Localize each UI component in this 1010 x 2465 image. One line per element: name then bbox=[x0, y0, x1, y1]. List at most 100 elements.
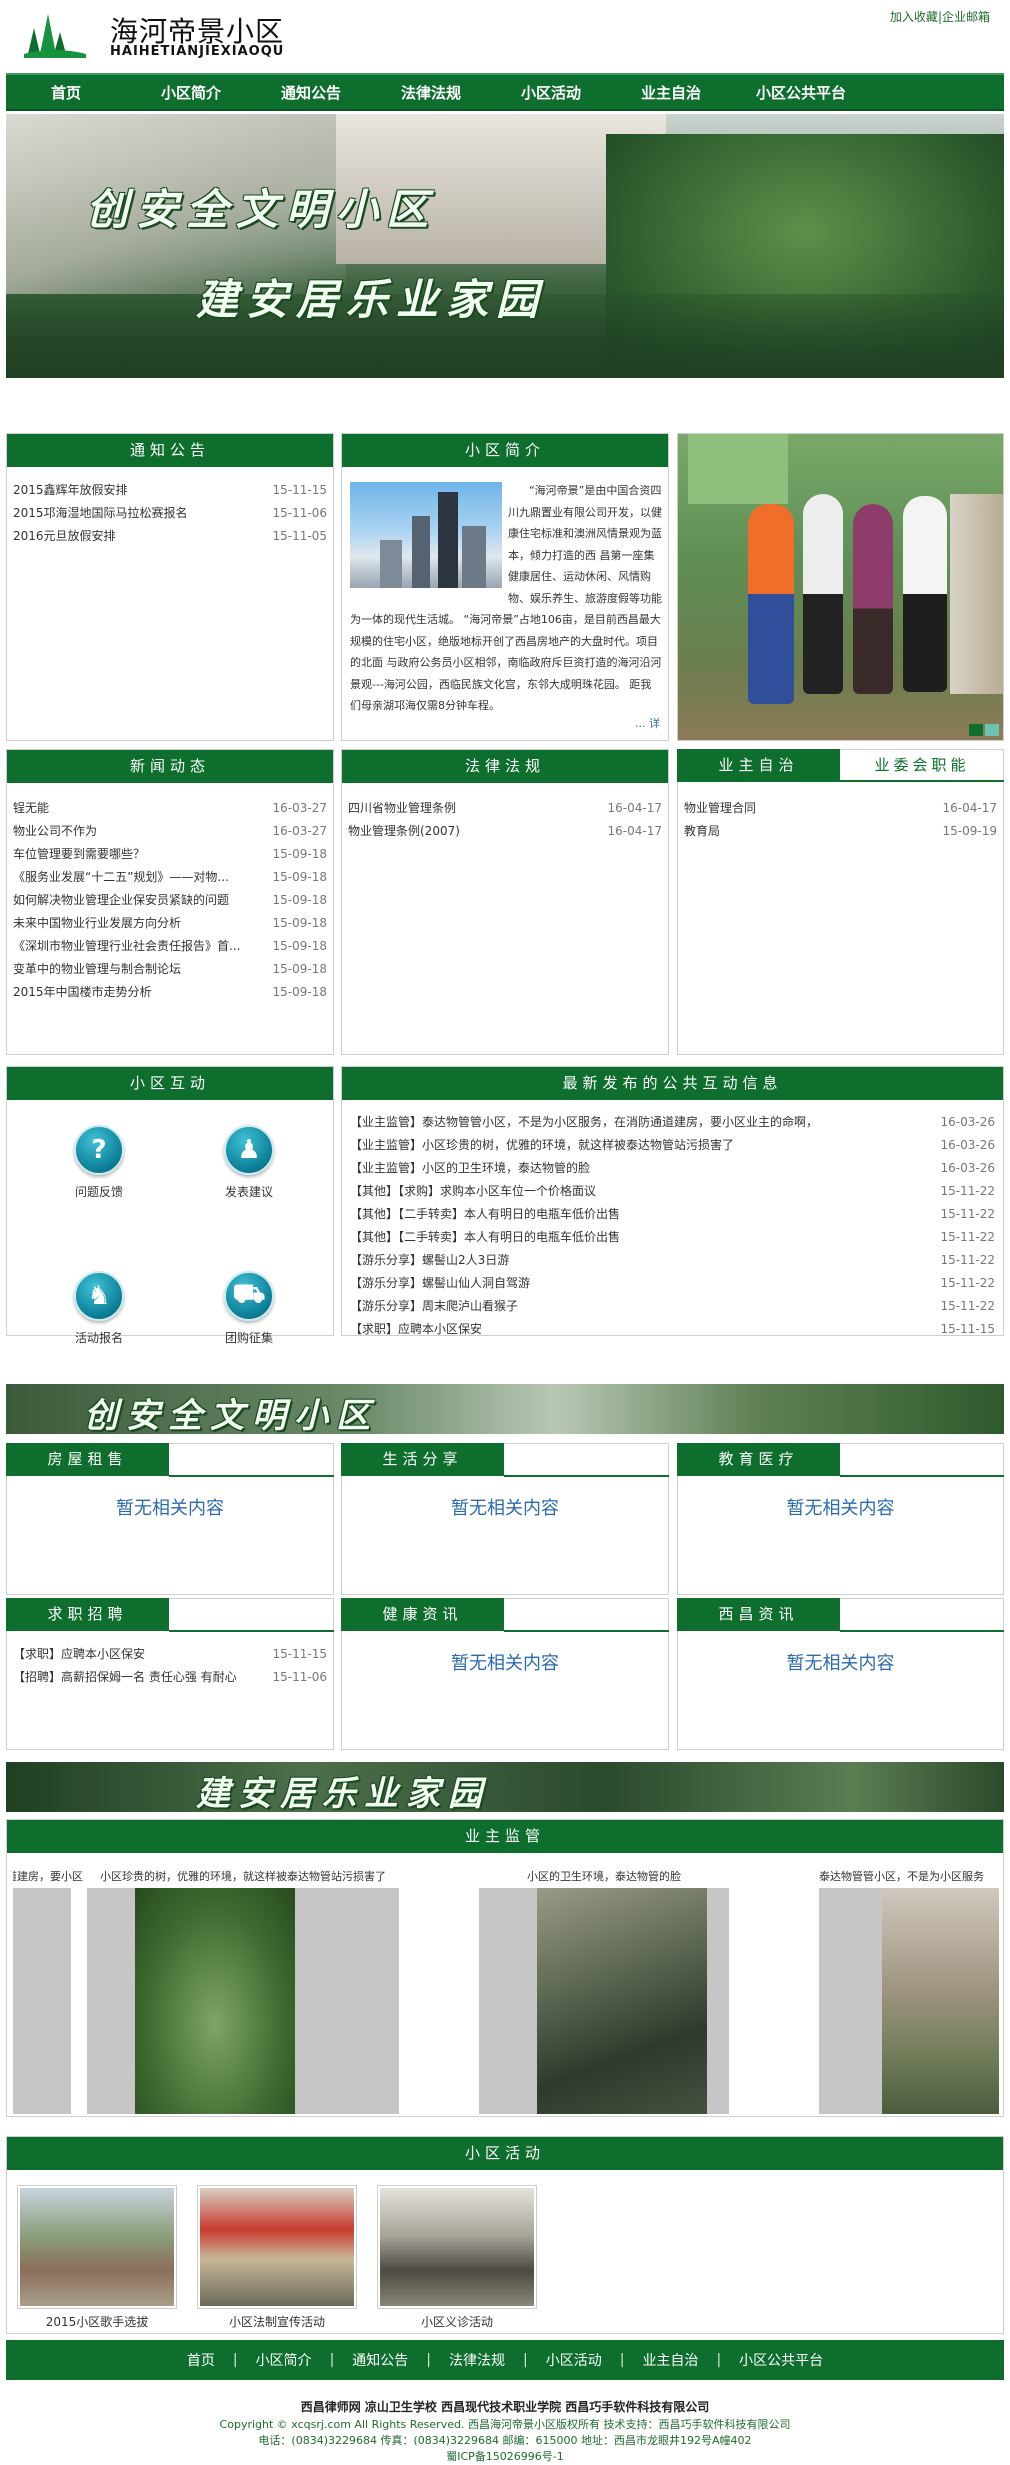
empty-message: 暂无相关内容 bbox=[786, 1653, 895, 1674]
supervise-caption[interactable]: 小区珍贵的树，优雅的环境，就这样被泰达物管站污损害了 bbox=[87, 1868, 399, 1884]
supervise-panel: 业主监管 消防通道建房，要小区 小区珍贵的树，优雅的环境，就这样被泰达物管站污损… bbox=[6, 1819, 1004, 2117]
list-item[interactable]: 【游乐分享】螺髻山2人3日游 15-11-22 bbox=[350, 1249, 995, 1272]
activity-caption[interactable]: 小区义诊活动 bbox=[377, 2313, 537, 2330]
footer-friend-links[interactable]: 西昌律师网 凉山卫生学校 西昌现代技术职业学院 西昌巧手软件科技有限公司 bbox=[0, 2398, 1010, 2415]
intro-panel: 小区简介 “海河帝景”是由中国合资四川九鼎置业有限公司开发，以健康住宅标准和澳洲… bbox=[341, 433, 669, 741]
empty-message: 暂无相关内容 bbox=[116, 1498, 224, 1519]
intro-text-block: “海河帝景”是由中国合资四川九鼎置业有限公司开发，以健康住宅标准和澳洲风情景观为… bbox=[350, 480, 662, 736]
list-item[interactable]: 未来中国物业行业发展方向分析 15-09-18 bbox=[13, 912, 327, 935]
activity-caption[interactable]: 小区法制宣传活动 bbox=[197, 2313, 357, 2330]
supervise-title: 业主监管 bbox=[7, 1820, 1003, 1853]
activity-card[interactable] bbox=[197, 2185, 357, 2309]
group-icon: ♞ bbox=[74, 1271, 124, 1321]
list-item[interactable]: 锃无能 16-03-27 bbox=[13, 797, 327, 820]
list-item[interactable]: 四川省物业管理条例 16-04-17 bbox=[348, 797, 662, 820]
nav-owner[interactable]: 业主自治 bbox=[606, 82, 736, 103]
nav-intro[interactable]: 小区简介 bbox=[126, 82, 256, 103]
group-buy-button[interactable]: ⛟ 团购征集 bbox=[199, 1271, 299, 1346]
list-item[interactable]: 【求职】应聘本小区保安 15-11-15 bbox=[13, 1643, 327, 1666]
nav-law[interactable]: 法律法规 bbox=[366, 82, 496, 103]
footer-nav-intro[interactable]: 小区简介 bbox=[256, 2350, 312, 2370]
event-signup-button[interactable]: ♞ 活动报名 bbox=[49, 1271, 149, 1346]
category-title: 健康资讯 bbox=[341, 1598, 504, 1631]
activity-photo bbox=[200, 2188, 354, 2306]
footer-nav-public-platform[interactable]: 小区公共平台 bbox=[739, 2350, 823, 2370]
list-item[interactable]: 【其他】【二手转卖】本人有明日的电瓶车低价出售 15-11-22 bbox=[350, 1226, 995, 1249]
list-item[interactable]: 物业管理条例(2007) 16-04-17 bbox=[348, 820, 662, 843]
person-figure bbox=[748, 504, 794, 704]
footer-nav-separator: | bbox=[619, 2352, 625, 2368]
intro-title: 小区简介 bbox=[342, 434, 668, 467]
drain-photo[interactable] bbox=[537, 1888, 707, 2114]
empty-message: 暂无相关内容 bbox=[786, 1498, 895, 1519]
list-item[interactable]: 如何解决物业管理企业保安员紧缺的问题 15-09-18 bbox=[13, 889, 327, 912]
building-logo-icon[interactable] bbox=[20, 8, 90, 60]
suggestion-button[interactable]: ♟ 发表建议 bbox=[199, 1125, 299, 1200]
list-item[interactable]: 《深圳市物业管理行业社会责任报告》首... 15-09-18 bbox=[13, 935, 327, 958]
activity-caption[interactable]: 2015小区歌手选拔 bbox=[17, 2313, 177, 2330]
list-item[interactable]: 【其他】【求购】求购本小区车位一个价格面议 15-11-22 bbox=[350, 1180, 995, 1203]
footer-icp[interactable]: 蜀ICP备15026996号-1 bbox=[0, 2448, 1010, 2464]
law-list: 四川省物业管理条例 16-04-17 物业管理条例(2007) 16-04-17 bbox=[348, 797, 662, 843]
list-item[interactable]: 2015邛海湿地国际马拉松赛报名 15-11-06 bbox=[13, 502, 327, 525]
footer-nav-separator: | bbox=[426, 2352, 431, 2368]
company-mail-link[interactable]: 企业邮箱 bbox=[942, 10, 990, 24]
category-title: 教育医疗 bbox=[677, 1443, 840, 1476]
list-item[interactable]: 教育局 15-09-19 bbox=[684, 820, 997, 843]
interact-panel: 小区互动 ? 问题反馈 ♟ 发表建议 ♞ 活动报名 ⛟ 团购征集 bbox=[6, 1066, 334, 1345]
list-item[interactable]: 物业公司不作为 16-03-27 bbox=[13, 820, 327, 843]
main-nav: 首页 小区简介 通知公告 法律法规 小区活动 业主自治 小区公共平台 bbox=[6, 73, 1004, 111]
supervise-photo[interactable] bbox=[13, 1888, 71, 2114]
list-item[interactable]: 物业管理合同 16-04-17 bbox=[684, 797, 997, 820]
owner-panel: 业主自治 业委会职能 物业管理合同 16-04-17 教育局 15-09-19 bbox=[677, 749, 1004, 1055]
nav-public-platform[interactable]: 小区公共平台 bbox=[736, 82, 866, 103]
list-item[interactable]: 【求职】应聘本小区保安 15-11-15 bbox=[350, 1318, 995, 1341]
footer-nav-law[interactable]: 法律法规 bbox=[449, 2350, 505, 2370]
person-figure bbox=[803, 494, 843, 694]
list-item[interactable]: 2016元旦放假安排 15-11-05 bbox=[13, 525, 327, 548]
interact-title: 小区互动 bbox=[7, 1067, 333, 1100]
supervise-caption[interactable]: 小区的卫生环境，泰达物管的脸 bbox=[479, 1868, 729, 1884]
category-title: 西昌资讯 bbox=[677, 1598, 840, 1631]
slider-dot[interactable] bbox=[969, 724, 983, 736]
category-title: 求职招聘 bbox=[6, 1598, 169, 1631]
list-item[interactable]: 2015鑫辉年放假安排 15-11-15 bbox=[13, 479, 327, 502]
list-item[interactable]: 2015年中国楼市走势分析 15-09-18 bbox=[13, 981, 327, 1004]
poster-board bbox=[950, 494, 1003, 694]
supervise-caption[interactable]: 消防通道建房，要小区 bbox=[13, 1868, 83, 1884]
tree-photo[interactable] bbox=[135, 1888, 295, 2114]
list-item[interactable]: 《服务业发展“十二五”规划》——对物... 15-09-18 bbox=[13, 866, 327, 889]
nav-activity[interactable]: 小区活动 bbox=[496, 82, 606, 103]
tab-committee-duty[interactable]: 业委会职能 bbox=[840, 749, 1004, 782]
nav-home[interactable]: 首页 bbox=[6, 82, 126, 103]
add-favorite-link[interactable]: 加入收藏 bbox=[890, 10, 938, 24]
supervise-caption[interactable]: 泰达物管管小区，不是为小区服务 bbox=[819, 1868, 1005, 1884]
list-item[interactable]: 变革中的物业管理与制合制论坛 15-09-18 bbox=[13, 958, 327, 981]
footer-nav-activity[interactable]: 小区活动 bbox=[546, 2350, 602, 2370]
list-item[interactable]: 【游乐分享】周末爬泸山看猴子 15-11-22 bbox=[350, 1295, 995, 1318]
photo-background bbox=[688, 434, 788, 504]
list-item[interactable]: 【招聘】高薪招保姆一名 责任心强 有耐心 15-11-06 bbox=[13, 1666, 327, 1689]
notice-panel: 通知公告 2015鑫辉年放假安排 15-11-15 2015邛海湿地国际马拉松赛报… bbox=[6, 433, 334, 741]
list-item[interactable]: 【业主监管】泰达物管管小区，不是为小区服务，在消防通道建房，要小区业主的命啊， 1… bbox=[350, 1111, 995, 1134]
list-item[interactable]: 【其他】【二手转卖】本人有明日的电瓶车低价出售 15-11-22 bbox=[350, 1203, 995, 1226]
list-item[interactable]: 【业主监管】小区的卫生环境，泰达物管的脸 16-03-26 bbox=[350, 1157, 995, 1180]
slider-dot[interactable] bbox=[985, 724, 999, 736]
building-photo[interactable] bbox=[882, 1888, 999, 2114]
intro-more-link[interactable]: ... 详 bbox=[631, 715, 660, 731]
activity-photo-slider[interactable] bbox=[677, 433, 1004, 741]
activity-card[interactable] bbox=[17, 2185, 177, 2309]
footer-nav-notice[interactable]: 通知公告 bbox=[352, 2350, 408, 2370]
footer-nav-owner[interactable]: 业主自治 bbox=[642, 2350, 698, 2370]
list-item[interactable]: 【游乐分享】螺髻山仙人洞自驾游 15-11-22 bbox=[350, 1272, 995, 1295]
list-item[interactable]: 【业主监管】小区珍贵的树，优雅的环境，就这样被泰达物管站污损害了 16-03-26 bbox=[350, 1134, 995, 1157]
feedback-button[interactable]: ? 问题反馈 bbox=[49, 1125, 149, 1200]
footer-nav-home[interactable]: 首页 bbox=[187, 2350, 215, 2370]
nav-notice[interactable]: 通知公告 bbox=[256, 82, 366, 103]
list-item[interactable]: 车位管理要到需要哪些？ 15-09-18 bbox=[13, 843, 327, 866]
tab-owner-autonomy[interactable]: 业主自治 bbox=[677, 749, 840, 782]
activity-card[interactable] bbox=[377, 2185, 537, 2309]
slider-dots bbox=[969, 724, 999, 736]
news-title: 新闻动态 bbox=[7, 750, 333, 783]
footer-copyright: Copyright © xcqsrj.com All Rights Reserv… bbox=[219, 2418, 791, 2431]
